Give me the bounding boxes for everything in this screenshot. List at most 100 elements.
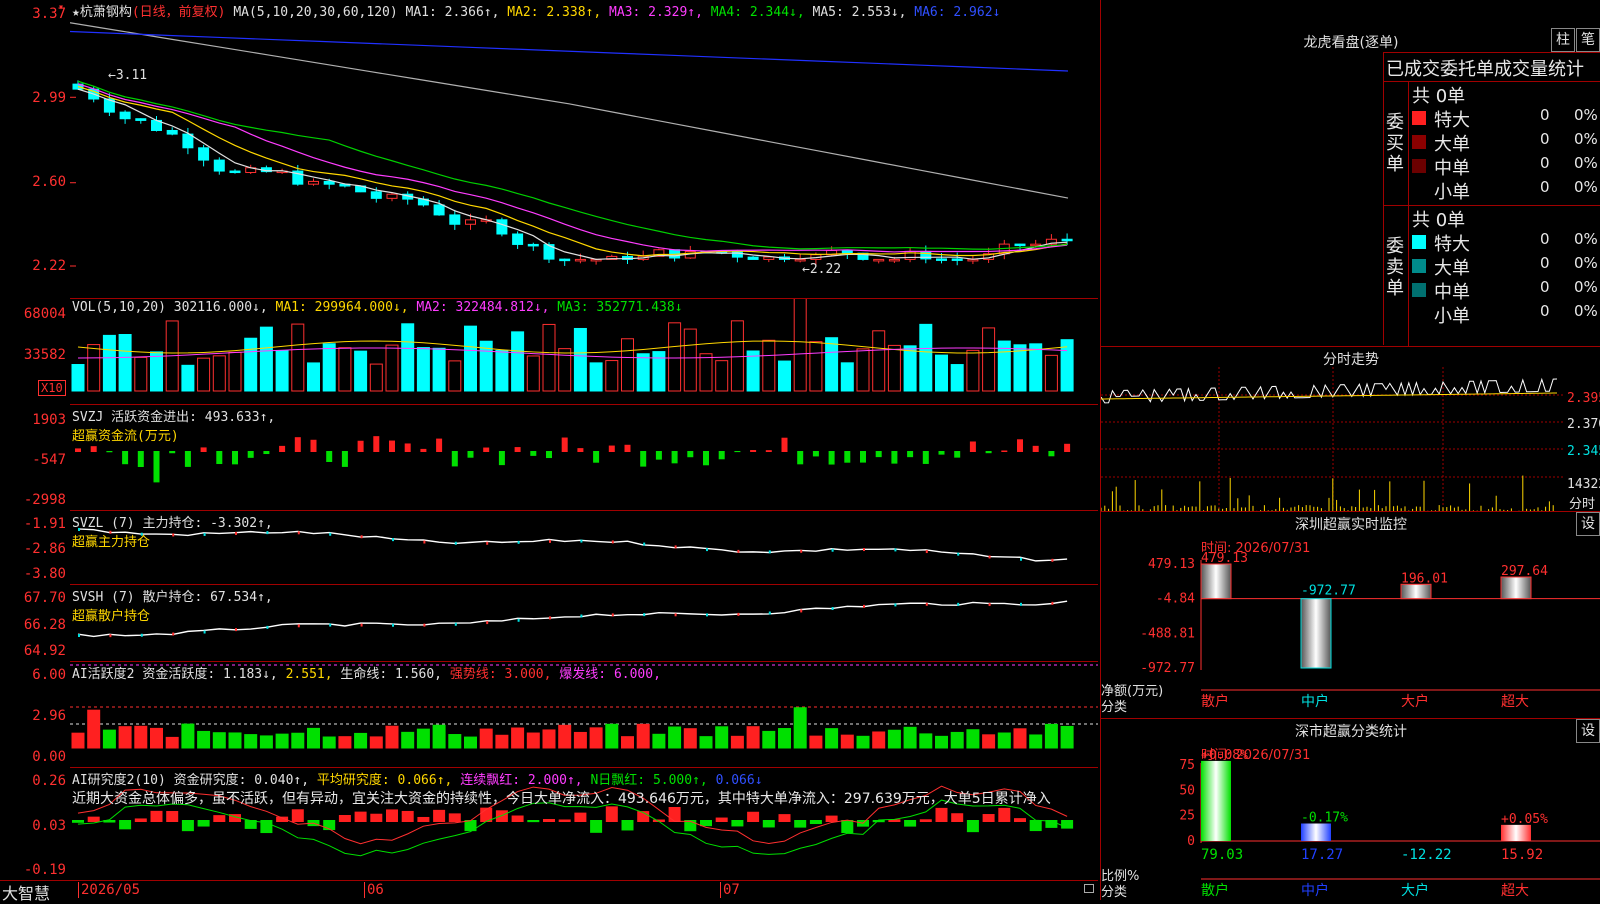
signal-tick bbox=[78, 634, 80, 637]
volume-bar bbox=[307, 362, 320, 392]
high-annotation: ←3.11 bbox=[108, 68, 148, 83]
flow-bar bbox=[671, 451, 678, 464]
research-bar bbox=[778, 814, 791, 822]
research-bar bbox=[370, 813, 383, 822]
volume-bar bbox=[197, 357, 211, 392]
research-bar bbox=[904, 820, 917, 827]
signal-tick bbox=[674, 545, 677, 549]
signal-tick bbox=[957, 602, 960, 606]
order-count: 0 bbox=[1540, 278, 1550, 296]
candlestick-chart[interactable] bbox=[70, 0, 1098, 294]
net-amount-value: 297.64 bbox=[1501, 564, 1548, 579]
flow-bar bbox=[655, 451, 662, 460]
sz-monitor-panel[interactable]: 深圳超赢实时监控 设 时间: 2026/07/31 479.13 -4.84 -48… bbox=[1101, 511, 1600, 717]
activity-bar bbox=[212, 732, 226, 749]
research-bar bbox=[448, 813, 461, 822]
svsh-panel[interactable]: SVSH (7) 散户持仓: 67.534↑, 超赢散户持仓 bbox=[70, 584, 1098, 661]
activity-bar bbox=[605, 723, 619, 749]
flow-bar bbox=[765, 450, 772, 452]
flow-bar bbox=[232, 451, 238, 465]
bar-mode-button[interactable]: 柱 bbox=[1551, 28, 1575, 52]
flow-bar bbox=[389, 440, 395, 452]
activity-bar bbox=[197, 730, 211, 749]
svzj-tick-2: -547 bbox=[32, 452, 66, 468]
svzj-title: SVZJ 活跃资金进出: 493.633↑, 超赢资金流(万元) bbox=[72, 406, 275, 444]
svzl-title: SVZL (7) 主力持仓: -3.302↑, 超赢主力持仓 bbox=[72, 512, 273, 550]
flow-bar bbox=[640, 451, 647, 467]
stats-tabs[interactable]: 已成交委托单成交量统计 bbox=[1386, 55, 1600, 81]
lock-icon[interactable] bbox=[1084, 884, 1094, 893]
sell-side-label: 委卖单 bbox=[1386, 236, 1404, 299]
signal-tick bbox=[988, 555, 991, 559]
sz-class-panel[interactable]: 深市超赢分类统计 设 时间: 2026/07/31 75 50 25 0 +0.08% 7… bbox=[1101, 718, 1600, 901]
volume-bar bbox=[150, 351, 163, 392]
research-bar bbox=[543, 818, 555, 822]
left-axis-column bbox=[0, 0, 70, 880]
activity-bar bbox=[511, 727, 525, 749]
tick-mode-button[interactable]: 笔 bbox=[1576, 28, 1600, 52]
flow-bar bbox=[875, 451, 882, 458]
activity-bar bbox=[369, 736, 383, 749]
ai1-v2: 2.551, bbox=[285, 667, 333, 682]
menu-arrow-icon[interactable]: ▾ bbox=[58, 2, 66, 13]
candle-body bbox=[323, 180, 335, 185]
ai-research-panel[interactable]: AI研究度2(10) 资金研究度: 0.040↑, 平均研究度: 0.066↑,… bbox=[70, 767, 1098, 881]
research-bar bbox=[809, 820, 822, 825]
price-tick-4: 2.22 bbox=[32, 258, 66, 274]
volume-bar bbox=[919, 323, 933, 392]
order-color-swatch bbox=[1412, 283, 1426, 297]
flow-bar bbox=[467, 451, 474, 458]
intraday-chart[interactable] bbox=[1101, 367, 1600, 511]
volume-bar bbox=[118, 334, 132, 392]
candle-body bbox=[1061, 238, 1073, 242]
svsh-tick-2: 66.28 bbox=[23, 617, 66, 633]
svzl-tick-1: -1.91 bbox=[23, 516, 66, 532]
research-bar bbox=[417, 816, 430, 822]
flow-bar bbox=[216, 451, 223, 465]
flow-bar bbox=[593, 451, 600, 463]
volume-bar bbox=[181, 364, 195, 392]
flow-bar bbox=[1001, 450, 1008, 452]
signal-tick bbox=[486, 541, 489, 545]
svzl-panel[interactable]: SVZL (7) 主力持仓: -3.302↑, 超赢主力持仓 bbox=[70, 510, 1098, 583]
volume-bar bbox=[840, 362, 854, 392]
activity-bar bbox=[699, 736, 713, 749]
flow-bar bbox=[200, 447, 207, 452]
research-bar bbox=[134, 818, 147, 822]
ai-activity-panel[interactable]: AI活跃度2 资金活跃度: 1.183↓, 2.551, 生命线: 1.560,… bbox=[70, 661, 1098, 766]
research-bar bbox=[1029, 820, 1042, 832]
svsh-value: 散户持仓: 67.534↑, bbox=[142, 590, 273, 605]
volume-bar bbox=[542, 323, 556, 392]
signal-tick bbox=[706, 613, 708, 617]
price-panel[interactable]: ★杭萧钢构(日线，前复权) MA(5,10,20,30,60,120) MA1:… bbox=[70, 0, 1098, 294]
vol-ma2: MA2: 322484.812↓, bbox=[416, 300, 550, 315]
vol-ma1: MA1: 299964.000↓, bbox=[275, 300, 409, 315]
svzj-panel[interactable]: SVZJ 活跃资金进出: 493.633↑, 超赢资金流(万元) bbox=[70, 404, 1098, 509]
intraday-price-2: 2.370 bbox=[1567, 417, 1600, 432]
activity-bar bbox=[244, 734, 258, 749]
volume-bar bbox=[212, 355, 226, 392]
research-bar bbox=[668, 806, 681, 822]
ratio-chart[interactable]: 75 50 25 0 +0.08% 79.03 散户 -0.17% 17.27 中户 -12.22 大… bbox=[1101, 719, 1600, 901]
activity-bar bbox=[856, 735, 870, 749]
volume-bar bbox=[259, 326, 273, 392]
volume-panel[interactable]: VOL(5,10,20) 302116.000↓, MA1: 299964.00… bbox=[70, 298, 1098, 399]
flow-bar bbox=[781, 437, 788, 452]
ai2-nday: N日飘红: 5.000↑, bbox=[590, 773, 708, 788]
activity-bar bbox=[495, 734, 509, 749]
flow-bar bbox=[608, 445, 615, 452]
research-bar bbox=[87, 816, 100, 822]
low-annotation: ←2.22 bbox=[802, 262, 842, 277]
volume-bar bbox=[778, 360, 791, 392]
signal-tick bbox=[706, 548, 708, 552]
activity-bar bbox=[385, 725, 399, 749]
net-amount-chart[interactable]: 479.13 -4.84 -488.81 -972.77 479.13 散户 -972.77… bbox=[1101, 512, 1600, 717]
order-color-swatch bbox=[1412, 307, 1426, 321]
net-amount-bar bbox=[1400, 583, 1432, 600]
signal-tick bbox=[894, 548, 897, 552]
volume-bar bbox=[809, 341, 823, 392]
intraday-panel[interactable]: 分时走势 2.395 2.370 2.345 14322 分时 bbox=[1101, 346, 1600, 512]
volume-bar bbox=[228, 351, 242, 392]
flow-bar bbox=[969, 441, 976, 452]
activity-bar bbox=[354, 732, 368, 749]
